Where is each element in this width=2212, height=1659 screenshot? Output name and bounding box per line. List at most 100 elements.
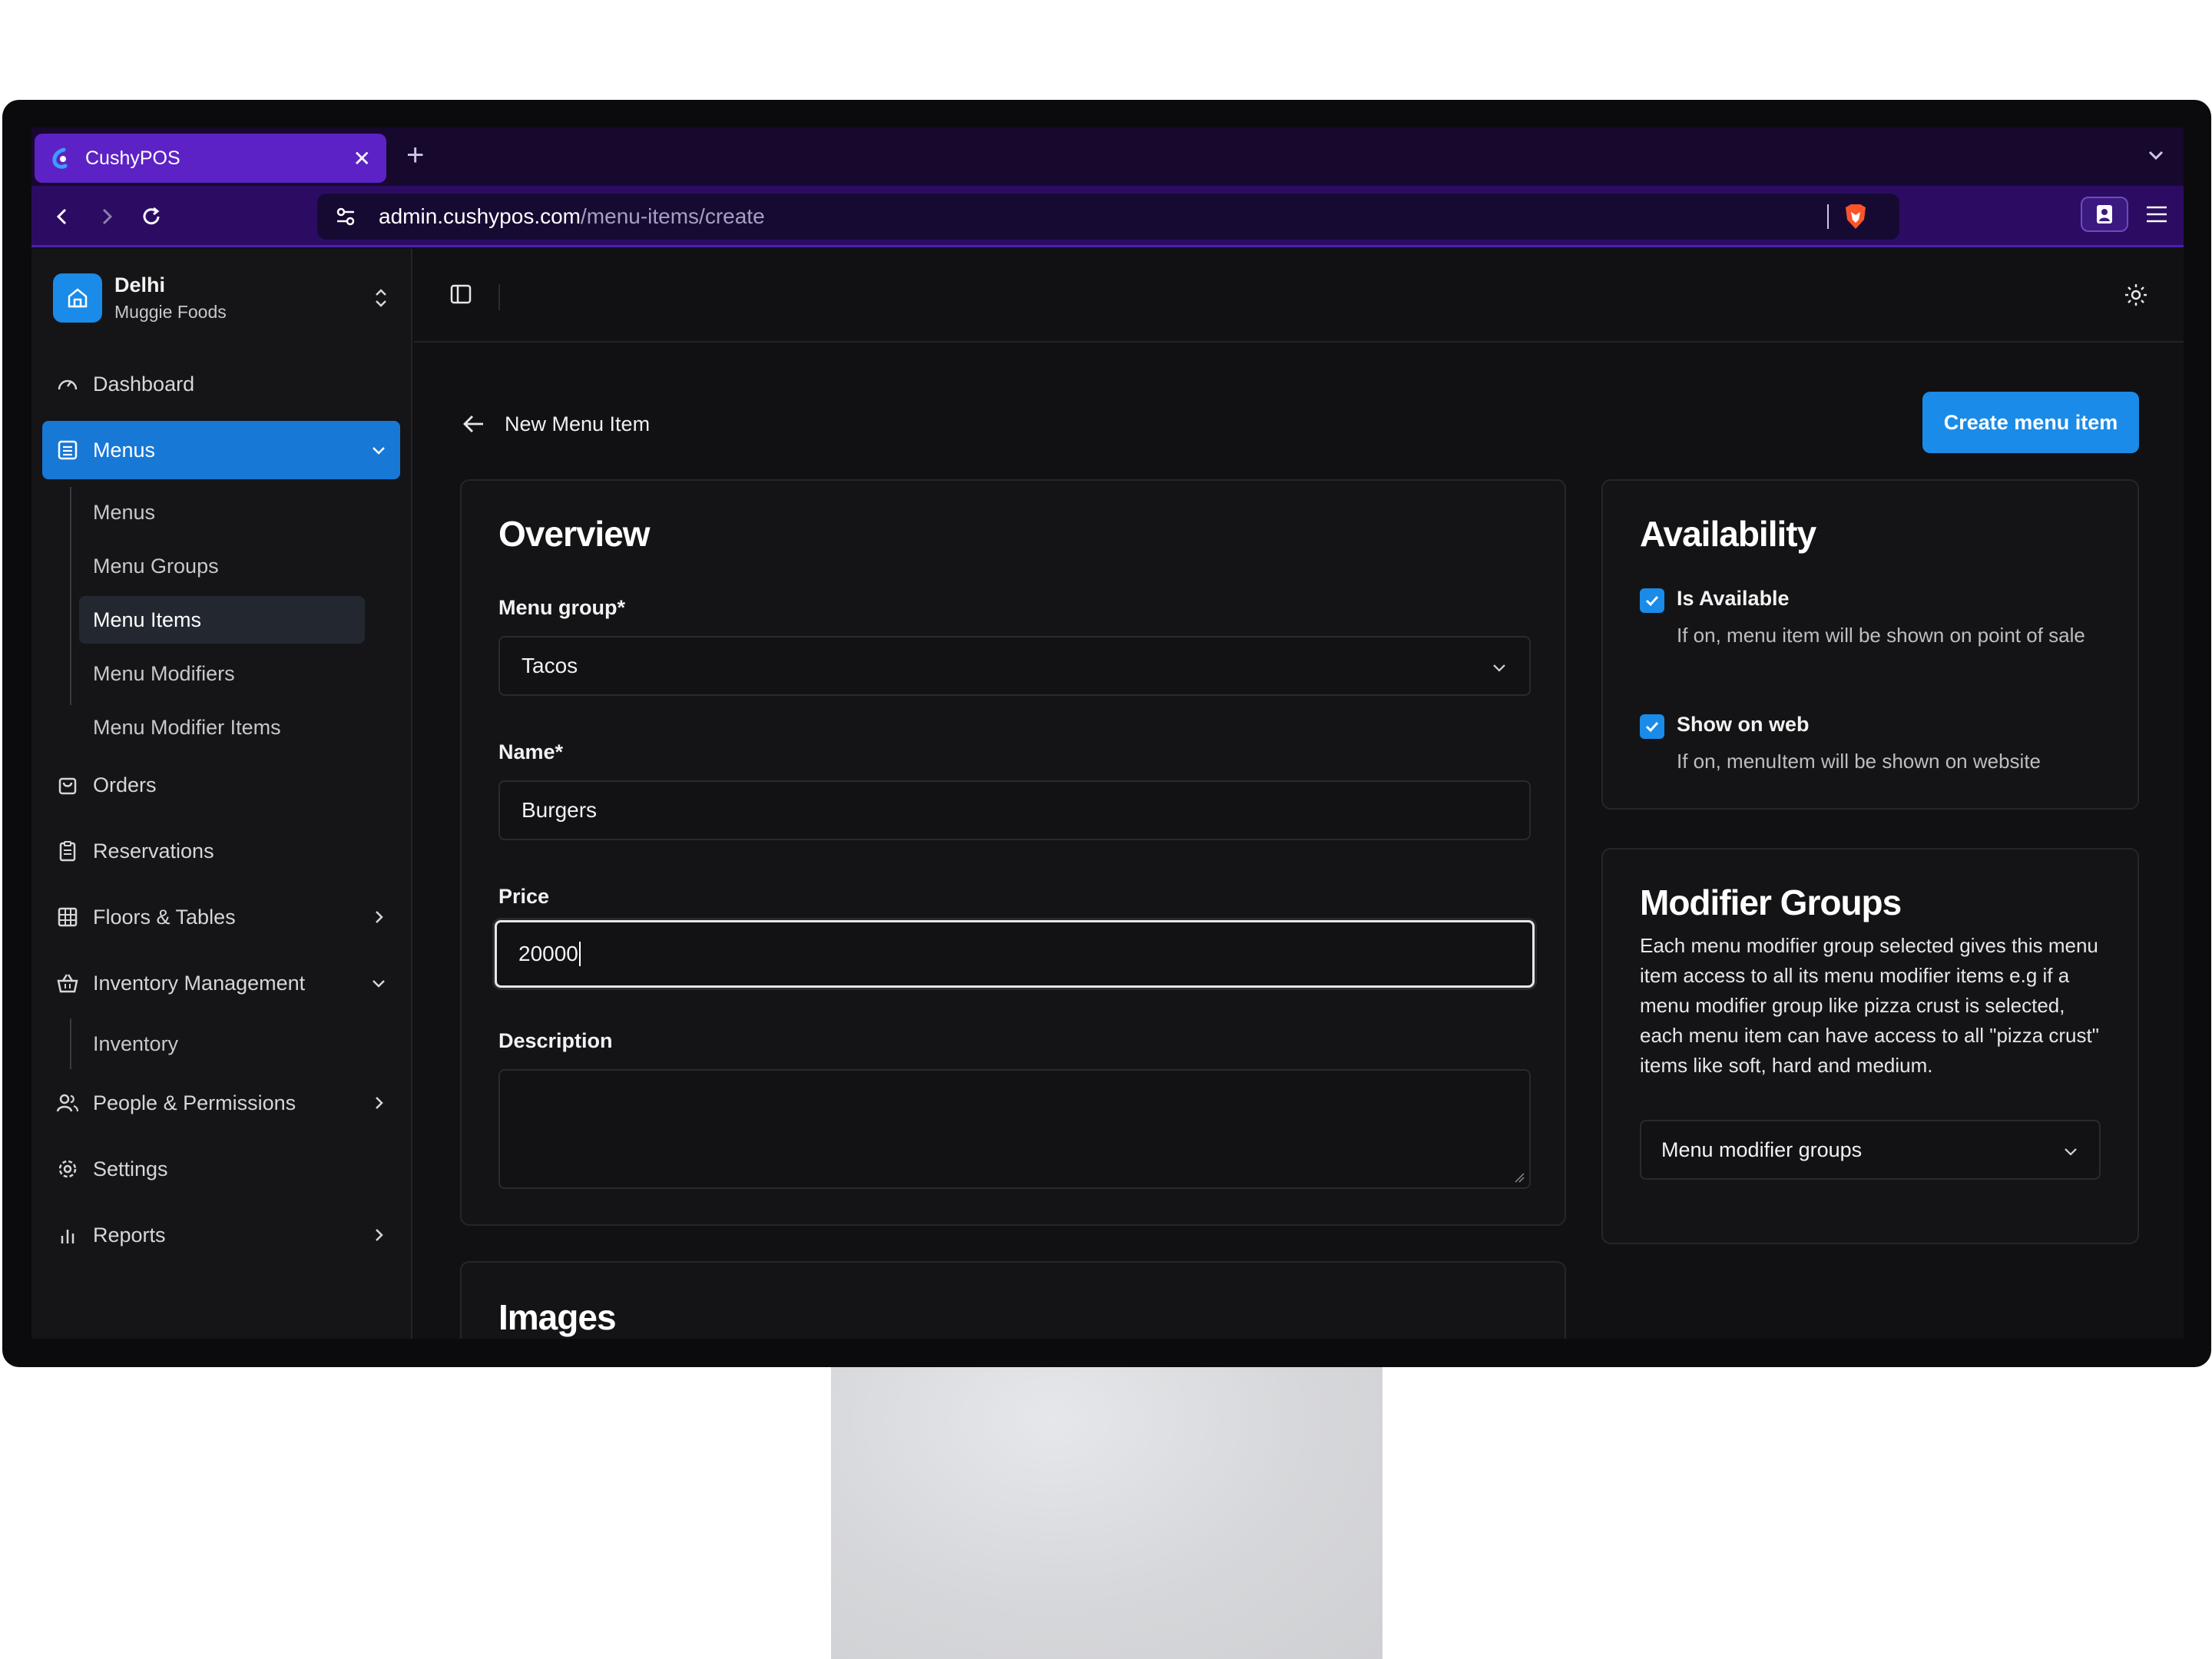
address-bar[interactable]: admin.cushypos.com/menu-items/create bbox=[317, 194, 1899, 240]
sidebar-item-label: Reports bbox=[93, 1223, 166, 1247]
sidebar-subitem-menu-groups[interactable]: Menu Groups bbox=[79, 542, 365, 590]
back-arrow-icon bbox=[56, 208, 67, 225]
create-menu-item-button[interactable]: Create menu item bbox=[1922, 392, 2139, 453]
name-value: Burgers bbox=[522, 798, 598, 822]
sidebar-item-settings[interactable]: Settings bbox=[42, 1140, 400, 1198]
reload-icon bbox=[143, 207, 160, 225]
main-content: New Menu Item Create menu item Overview … bbox=[414, 249, 2184, 1339]
name-label: Name* bbox=[498, 740, 564, 763]
overview-card: Overview Menu group* Tacos Name* Burgers… bbox=[460, 479, 1566, 1226]
sidebar-item-label: Dashboard bbox=[93, 372, 195, 396]
submenu-rail bbox=[70, 487, 71, 705]
reload-button[interactable] bbox=[136, 201, 167, 232]
back-button[interactable] bbox=[47, 201, 78, 232]
modifier-groups-title: Modifier Groups bbox=[1640, 882, 1902, 922]
sidebar-item-label: People & Permissions bbox=[93, 1091, 296, 1114]
modifier-groups-select[interactable]: Menu modifier groups bbox=[1640, 1120, 2101, 1180]
is-available-label: Is Available bbox=[1677, 587, 1790, 610]
checkmark-icon bbox=[1645, 721, 1659, 733]
show-on-web-checkbox[interactable] bbox=[1640, 714, 1664, 739]
text-caret bbox=[578, 942, 581, 966]
new-tab-button[interactable]: + bbox=[406, 138, 424, 173]
forward-arrow-icon bbox=[102, 208, 113, 225]
menu-list-icon bbox=[58, 440, 78, 460]
sidebar-item-people-permissions[interactable]: People & Permissions bbox=[42, 1074, 400, 1132]
sidebar-item-label: Floors & Tables bbox=[93, 905, 236, 929]
sidebar-subitem-menus[interactable]: Menus bbox=[79, 488, 365, 536]
price-label: Price bbox=[498, 885, 550, 908]
tab-title: CushyPOS bbox=[85, 147, 180, 169]
is-available-checkbox[interactable] bbox=[1640, 588, 1664, 613]
sidebar-item-dashboard[interactable]: Dashboard bbox=[42, 355, 400, 413]
close-tab-icon[interactable]: ✕ bbox=[353, 146, 371, 171]
org-subtitle: Muggie Foods bbox=[114, 302, 227, 322]
tab-list-chevron-icon[interactable] bbox=[2145, 144, 2167, 166]
sidebar-item-reservations[interactable]: Reservations bbox=[42, 822, 400, 880]
sidebar-item-reports[interactable]: Reports bbox=[42, 1206, 400, 1264]
sidebar-subitem-menu-modifiers[interactable]: Menu Modifiers bbox=[79, 650, 365, 697]
description-textarea[interactable] bbox=[498, 1069, 1531, 1189]
sun-icon[interactable] bbox=[2124, 283, 2148, 307]
sidebar-item-orders[interactable]: Orders bbox=[42, 756, 400, 814]
bar-chart-icon bbox=[61, 1230, 75, 1243]
page-title: New Menu Item bbox=[505, 412, 651, 435]
url-path: /menu-items/create bbox=[581, 204, 765, 228]
wallet-icon bbox=[2097, 205, 2112, 224]
sidebar-item-label: Reservations bbox=[93, 839, 214, 863]
menu-group-select[interactable]: Tacos bbox=[498, 636, 1531, 696]
name-input[interactable]: Burgers bbox=[498, 780, 1531, 840]
organization-switcher[interactable]: Delhi Muggie Foods bbox=[53, 272, 391, 324]
chevron-down-icon bbox=[2065, 1148, 2077, 1156]
brave-shields-icon[interactable] bbox=[1843, 203, 1869, 230]
back-arrow-icon[interactable] bbox=[460, 411, 486, 437]
checkmark-icon bbox=[1645, 595, 1659, 607]
sidebar-subitem-inventory[interactable]: Inventory bbox=[79, 1020, 365, 1068]
price-value: 20000 bbox=[518, 942, 578, 965]
chevron-right-icon bbox=[376, 1229, 383, 1241]
show-on-web-row: Show on web If on, menuItem will be show… bbox=[1640, 713, 2107, 777]
wallet-extension-button[interactable] bbox=[2081, 197, 2128, 232]
sidebar-item-inventory-management[interactable]: Inventory Management bbox=[42, 954, 400, 1012]
is-available-row: Is Available If on, menu item will be sh… bbox=[1640, 587, 2107, 651]
gauge-icon bbox=[58, 379, 78, 390]
monitor: CushyPOS ✕ + admin.cushypos.com /menu-it… bbox=[2, 100, 2211, 1367]
images-title: Images bbox=[498, 1297, 617, 1337]
sidebar-subitem-menu-items[interactable]: Menu Items bbox=[79, 596, 365, 644]
chevron-up-down-icon bbox=[376, 289, 386, 307]
chevron-down-icon bbox=[373, 980, 385, 988]
site-settings-icon[interactable] bbox=[334, 205, 357, 228]
gear-icon bbox=[58, 1160, 77, 1178]
description-label: Description bbox=[498, 1029, 613, 1052]
hamburger-menu-icon[interactable] bbox=[2144, 201, 2170, 227]
is-available-help: If on, menu item will be shown on point … bbox=[1677, 624, 2085, 647]
cushypos-logo-icon bbox=[52, 147, 68, 169]
url-divider bbox=[1827, 204, 1829, 229]
basket-icon bbox=[57, 974, 78, 993]
grid-icon bbox=[58, 907, 78, 927]
tab-bar: CushyPOS ✕ + bbox=[31, 127, 2184, 186]
browser-tab[interactable]: CushyPOS ✕ bbox=[35, 134, 386, 183]
monitor-stand bbox=[831, 1359, 1382, 1659]
sidebar-item-menus[interactable]: Menus bbox=[42, 421, 400, 479]
sidebar-toggle-icon[interactable] bbox=[449, 283, 472, 306]
clipboard-icon bbox=[59, 841, 76, 862]
modifier-groups-card: Modifier Groups Each menu modifier group… bbox=[1601, 848, 2139, 1244]
org-name: Delhi bbox=[114, 273, 166, 296]
users-icon bbox=[56, 1094, 79, 1112]
sidebar-item-label: Menus bbox=[93, 438, 156, 462]
modifier-groups-placeholder: Menu modifier groups bbox=[1661, 1137, 1863, 1161]
topbar-divider bbox=[498, 284, 500, 310]
page-header: New Menu Item bbox=[460, 393, 650, 455]
chevron-right-icon bbox=[376, 911, 383, 923]
sidebar-item-floors-tables[interactable]: Floors & Tables bbox=[42, 888, 400, 946]
forward-button[interactable] bbox=[91, 201, 122, 232]
menu-group-label: Menu group* bbox=[498, 596, 625, 619]
show-on-web-label: Show on web bbox=[1677, 713, 1810, 736]
resize-grip-icon[interactable] bbox=[1512, 1171, 1525, 1183]
navigation-bar: admin.cushypos.com/menu-items/create bbox=[31, 186, 2184, 247]
availability-card: Availability Is Available If on, menu it… bbox=[1601, 479, 2139, 810]
sidebar-subitem-menu-modifier-items[interactable]: Menu Modifier Items bbox=[79, 704, 365, 751]
top-bar bbox=[414, 249, 2184, 343]
price-input[interactable]: 20000 bbox=[495, 920, 1535, 988]
shopping-bag-icon bbox=[58, 777, 77, 795]
